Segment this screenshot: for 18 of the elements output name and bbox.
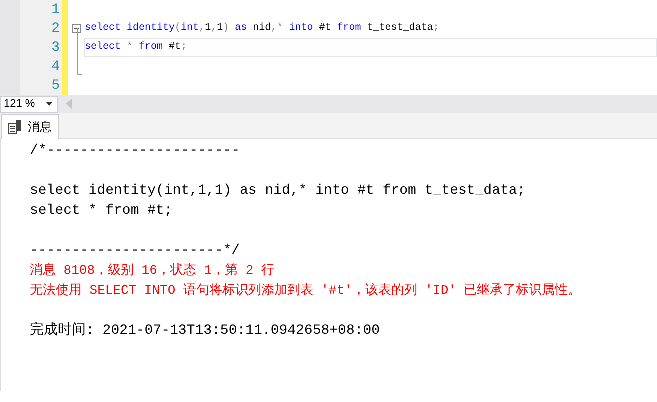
collapse-icon[interactable] (72, 24, 81, 33)
message-line: select identity(int,1,1) as nid,* into #t from t_test_data; (30, 182, 527, 201)
code-line: select identity(int,1,1) as nid,* into #t from t_test_data; (84, 22, 440, 36)
caret-icon (46, 102, 53, 106)
message-line: 无法使用 SELECT INTO 语句将标识列添加到表 '#t'，该表的列 'ID' 已继承了标识属性。 (30, 282, 582, 300)
line-number: 1 (52, 2, 60, 18)
message-line: 消息 8108，级别 16，状态 1，第 2 行 (30, 262, 276, 280)
message-line: 完成时间: 2021-07-13T13:50:11.0942658+08:00 (30, 321, 382, 341)
line-number: 3 (52, 40, 60, 56)
line-number: 4 (52, 59, 60, 75)
zoom-dropdown[interactable]: 121 % (0, 96, 58, 112)
line-number: 2 (52, 21, 60, 37)
line-number: 5 (52, 78, 60, 94)
messages-tab[interactable]: 消息 (1, 114, 59, 139)
message-line: -----------------------*/ (30, 242, 242, 261)
message-line: /*----------------------- (30, 142, 242, 161)
message-line: select * from #t; (30, 202, 174, 221)
document-icon (8, 120, 22, 134)
